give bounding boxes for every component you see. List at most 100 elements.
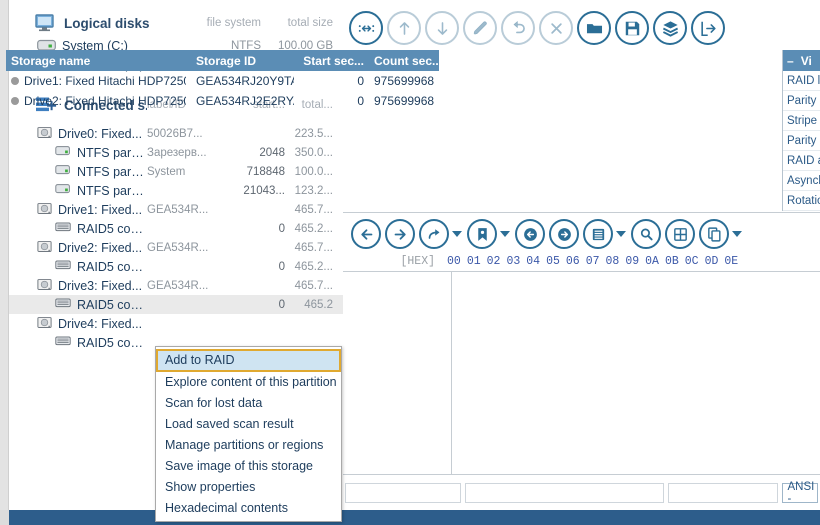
tree-group-logical-disks[interactable]: Logical disks file system total size	[9, 10, 343, 36]
goto-arrow-button[interactable]	[419, 219, 449, 249]
tree-row-label-id	[147, 185, 223, 197]
export-icon	[699, 19, 718, 38]
tree-row[interactable]: RAID5 comp... 0 465.2...	[9, 257, 343, 276]
tree-row-label-id: GEA534R...	[147, 203, 209, 216]
encoding-selector[interactable]: ANSI -	[782, 481, 818, 505]
hex-pane-splitter	[451, 271, 452, 474]
tree-row[interactable]: Drive2: Fixed... GEA534R... 465.7...	[9, 238, 343, 257]
context-menu[interactable]: Add to RAID Explore content of this parti…	[155, 346, 342, 522]
hex-content-area[interactable]	[343, 271, 820, 474]
remove-icon	[547, 19, 566, 38]
undo-button	[501, 11, 535, 45]
tree-row[interactable]: NTFS partitionЗарезерв... 2048 350.0...	[9, 143, 343, 162]
column-header-storage-id[interactable]: Storage ID	[191, 54, 294, 68]
column-header-count-sector[interactable]: Count sec...	[369, 54, 439, 68]
tree-row[interactable]: Drive3: Fixed... GEA534R... 465.7...	[9, 276, 343, 295]
back-arrow-button[interactable]	[351, 219, 381, 249]
hex-offset-tag: [HEX]	[400, 254, 435, 268]
prev-block-icon	[522, 226, 539, 243]
tree-row[interactable]: Drive1: Fixed... GEA534R... 465.7...	[9, 200, 343, 219]
hex-column-label: 06	[565, 254, 580, 268]
table-row[interactable]: Drive2: Fixed Hitachi HDP7250... GEA534RJ…	[6, 91, 439, 111]
layers-button[interactable]	[653, 11, 687, 45]
tree-row-start: 21043...	[243, 184, 285, 197]
tree-row[interactable]: RAID5 comp... 0 465.2	[9, 295, 343, 314]
property-row[interactable]: RAID le	[783, 71, 820, 91]
open-folder-button[interactable]	[577, 11, 611, 45]
horizontal-separator	[343, 212, 820, 213]
prev-block-button[interactable]	[515, 219, 545, 249]
chevron-down-icon[interactable]	[616, 231, 626, 237]
status-bar	[0, 510, 820, 525]
context-menu-item[interactable]: Hexadecimal contents	[156, 498, 341, 519]
context-menu-item[interactable]: Manage partitions or regions	[156, 435, 341, 456]
hex-column-label: 0D	[704, 254, 719, 268]
raid-icon	[55, 295, 71, 314]
cell-storage-name: Drive1: Fixed Hitachi HDP7250...	[6, 74, 191, 88]
tree-row-total: 123.2...	[294, 184, 333, 197]
tree-row-total: 100.0...	[294, 165, 333, 178]
cell-storage-name-text: Drive2: Fixed Hitachi HDP7250...	[24, 94, 186, 108]
copy-button[interactable]	[699, 219, 729, 249]
tree-row-label-id: GEA534R...	[147, 241, 209, 254]
partition-icon	[55, 162, 71, 181]
hex-column-label: 03	[506, 254, 521, 268]
save-button[interactable]	[615, 11, 649, 45]
back-arrow-icon	[358, 226, 375, 243]
property-row[interactable]: RAID a	[783, 151, 820, 171]
list-view-button[interactable]	[583, 219, 613, 249]
hex-column-label: 0A	[645, 254, 659, 268]
storage-table-body: Drive1: Fixed Hitachi HDP7250... GEA534RJ…	[6, 71, 439, 111]
context-menu-item[interactable]: Explore content of this partition	[156, 372, 341, 393]
context-menu-item[interactable]: Scan for lost data	[156, 393, 341, 414]
hex-column-label: 0C	[684, 254, 699, 268]
chevron-down-icon[interactable]	[732, 231, 742, 237]
property-row[interactable]: Rotatio	[783, 191, 820, 211]
tree-row[interactable]: Drive0: Fixed... 50026B7... 223.5...	[9, 124, 343, 143]
tree-row-label-id	[147, 261, 223, 273]
tree-row-label-id: Зарезерв...	[147, 146, 207, 159]
hex-column-label: 0E	[724, 254, 739, 268]
tree-row[interactable]: NTFS partitionSystem 718848 100.0...	[9, 162, 343, 181]
raid-toolbar	[343, 0, 820, 48]
auto-detect-button[interactable]	[349, 11, 383, 45]
application-window: Logical disks file system total size Sys…	[0, 0, 820, 525]
collapse-icon[interactable]: –	[787, 54, 794, 68]
hdd-icon	[37, 315, 52, 333]
hex-footer-field-3[interactable]	[668, 482, 779, 503]
property-row[interactable]: Parity c	[783, 91, 820, 111]
tree-col-file-system: file system	[206, 17, 261, 29]
cell-storage-name-text: Drive1: Fixed Hitachi HDP7250...	[24, 74, 186, 88]
auto-detect-icon	[357, 19, 376, 38]
property-row[interactable]: Parity c	[783, 131, 820, 151]
export-button[interactable]	[691, 11, 725, 45]
column-header-start-sector[interactable]: Start sec...	[294, 54, 369, 68]
context-menu-item[interactable]: Add to RAID	[156, 349, 341, 372]
tree-row[interactable]: NTFS partition 21043... 123.2...	[9, 181, 343, 200]
save-icon	[623, 19, 642, 38]
column-header-storage-name[interactable]: Storage name	[6, 54, 191, 68]
hex-footer-field-1[interactable]	[345, 482, 462, 503]
table-row[interactable]: Drive1: Fixed Hitachi HDP7250... GEA534RJ…	[6, 71, 439, 91]
bookmark-button[interactable]	[467, 219, 497, 249]
storage-table: Storage name Storage ID Start sec... Cou…	[6, 50, 439, 111]
tree-row[interactable]: RAID5 comp... 0 465.2...	[9, 219, 343, 238]
next-block-button[interactable]	[549, 219, 579, 249]
tree-row-label: RAID5 comp...	[77, 259, 147, 274]
context-menu-item[interactable]: Load saved scan result	[156, 414, 341, 435]
chevron-down-icon[interactable]	[500, 231, 510, 237]
hex-footer: ANSI -	[343, 474, 820, 510]
property-row[interactable]: Stripe s	[783, 111, 820, 131]
grid-button[interactable]	[665, 219, 695, 249]
context-menu-item[interactable]: Save image of this storage	[156, 456, 341, 477]
tree-row[interactable]: Drive4: Fixed...	[9, 314, 343, 333]
tree-row-start: 0	[278, 260, 285, 273]
properties-header[interactable]: – Vi	[783, 50, 820, 71]
forward-arrow-button[interactable]	[385, 219, 415, 249]
hex-column-header: [HEX] 00 01 02 03 04 05 06 07 08 09 0A 0B 0C 0D 0E	[343, 252, 820, 270]
chevron-down-icon[interactable]	[452, 231, 462, 237]
context-menu-item[interactable]: Show properties	[156, 477, 341, 498]
hex-footer-field-2[interactable]	[465, 482, 665, 503]
property-row[interactable]: Asynch	[783, 171, 820, 191]
search-button[interactable]	[631, 219, 661, 249]
